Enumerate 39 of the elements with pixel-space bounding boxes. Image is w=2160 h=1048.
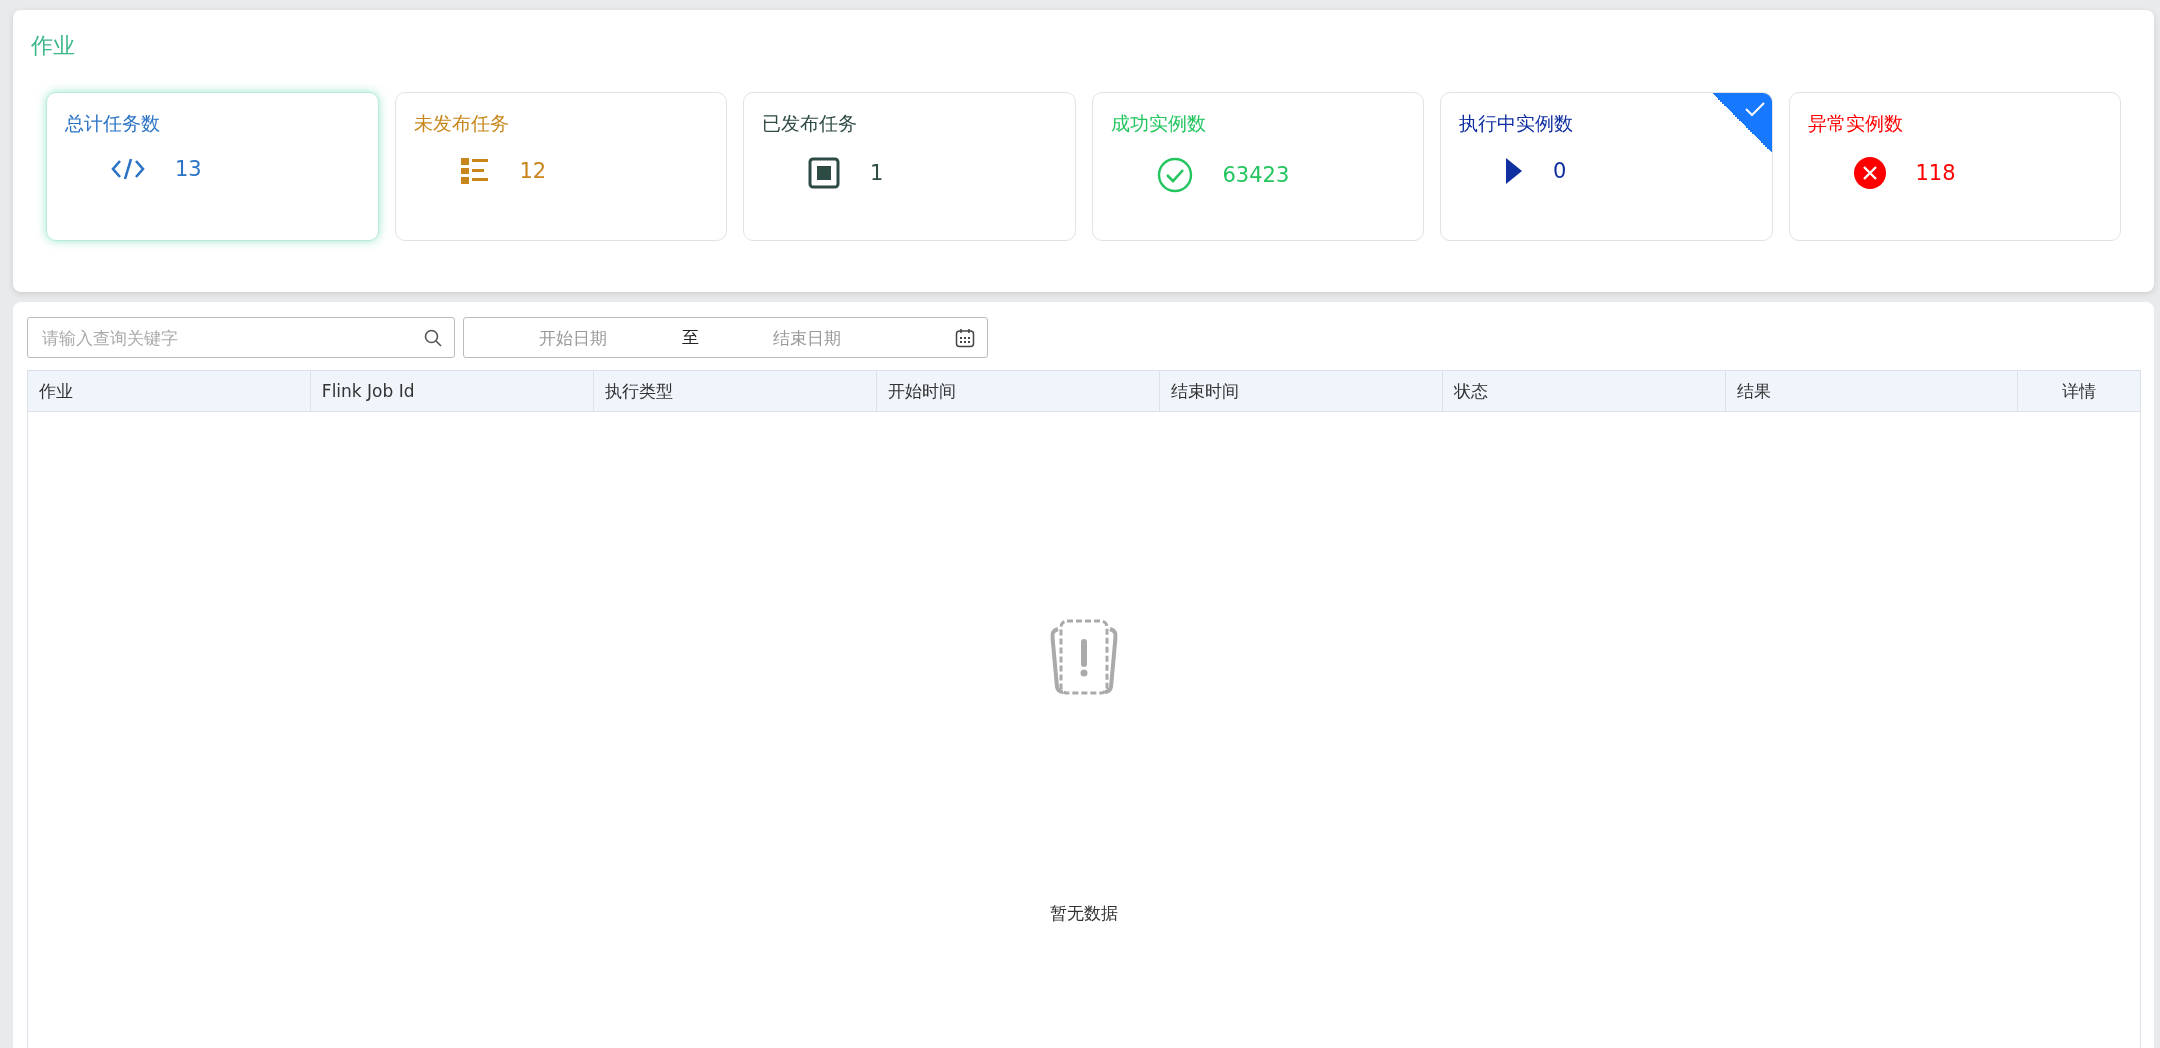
stat-card[interactable]: 已发布任务 1 [743,92,1076,241]
stat-card[interactable]: 未发布任务 12 [394,92,727,241]
check-circle-icon [1156,157,1193,193]
column-header: 详情 [2061,379,2097,403]
stat-label: 执行中实例数 [1459,111,1574,135]
stat-label: 成功实例数 [1110,111,1207,135]
stat-value: 1 [870,161,884,185]
empty-text: 暂无数据 [1050,902,1118,925]
stop-icon [808,157,840,189]
error-circle-icon [1853,157,1886,189]
stat-value: 13 [175,157,202,181]
stat-label: 未发布任务 [413,111,510,135]
column-header: 执行类型 [593,371,877,411]
stat-value: 63423 [1222,163,1290,187]
column-header: 开始时间 [876,371,1161,411]
column-header: 作业 [28,371,311,411]
stat-value: 12 [519,159,547,183]
range-separator: 至 [680,326,700,349]
stat-card[interactable]: 异常实例数 118 [1788,92,2121,241]
stat-value: 0 [1553,159,1567,183]
date-range-field[interactable]: 开始日期 至 结束日期 [463,317,988,358]
stat-value: 118 [1915,161,1956,185]
column-header: 结果 [1726,371,2019,411]
search-icon [424,328,442,347]
list-icon [459,157,490,185]
stat-card[interactable]: 总计任务数 13 [46,92,379,241]
column-header: 状态 [1443,371,1727,411]
column-header: 结束时间 [1160,371,1444,411]
stat-card[interactable]: 执行中实例数 0 [1440,92,1773,241]
calendar-icon [955,327,975,348]
stat-label: 总计任务数 [65,111,161,135]
stat-label: 已发布任务 [762,111,858,135]
play-icon [1505,157,1523,185]
code-icon [111,157,145,181]
check-icon [1743,101,1766,117]
search-field[interactable]: 请输入查询关键字 [27,317,455,358]
section-title: 作业 [31,34,76,58]
stat-label: 异常实例数 [1807,111,1904,135]
column-header: Flink Job Id [310,371,594,411]
